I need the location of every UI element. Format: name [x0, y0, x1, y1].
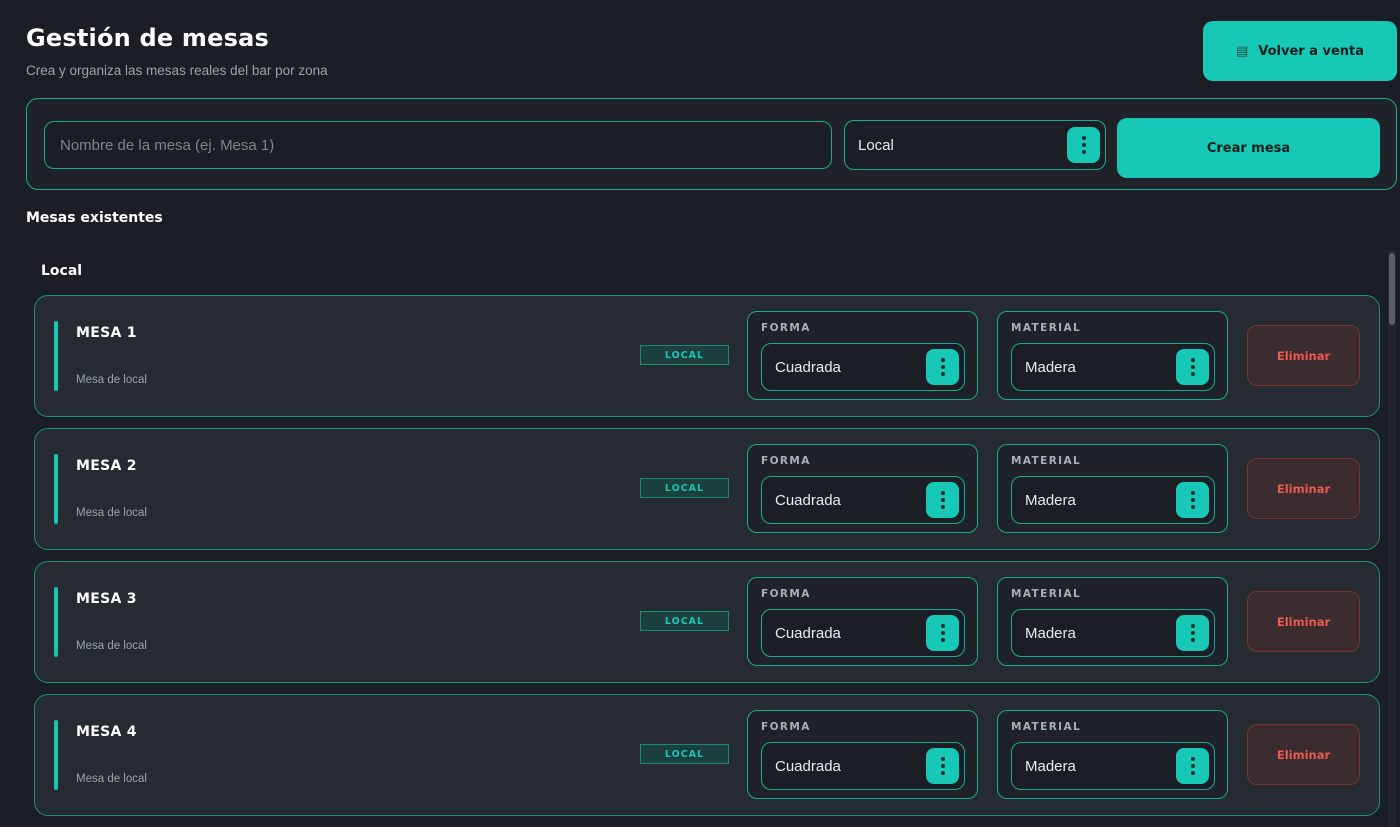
material-select-value: Madera — [1025, 624, 1076, 642]
zone-heading: Local — [41, 263, 83, 279]
kebab-menu-icon[interactable] — [1176, 615, 1209, 651]
shape-field: FORMA Cuadrada — [747, 311, 978, 400]
kebab-menu-icon[interactable] — [926, 482, 959, 518]
shape-label: FORMA — [761, 721, 811, 733]
shape-select[interactable]: Cuadrada — [761, 742, 965, 790]
material-select[interactable]: Madera — [1011, 476, 1215, 524]
table-card: MESA 3 Mesa de local LOCAL FORMA Cuadrad… — [34, 561, 1380, 683]
table-description: Mesa de local — [76, 374, 147, 386]
shape-select-value: Cuadrada — [775, 757, 841, 775]
table-name-input[interactable] — [44, 121, 832, 169]
shape-select-value: Cuadrada — [775, 491, 841, 509]
material-label: MATERIAL — [1011, 588, 1082, 600]
material-field: MATERIAL Madera — [997, 311, 1228, 400]
card-accent-bar — [54, 321, 58, 391]
table-name: MESA 2 — [76, 458, 137, 474]
material-select-value: Madera — [1025, 757, 1076, 775]
shape-select-value: Cuadrada — [775, 624, 841, 642]
zone-select[interactable]: Local — [844, 120, 1106, 170]
table-name: MESA 1 — [76, 325, 137, 341]
zone-badge: LOCAL — [640, 744, 729, 764]
back-to-sales-button[interactable]: ▤ Volver a venta — [1203, 21, 1397, 81]
delete-table-button[interactable]: Eliminar — [1247, 724, 1360, 785]
zone-select-value: Local — [858, 136, 894, 154]
kebab-menu-icon[interactable] — [926, 748, 959, 784]
shape-select[interactable]: Cuadrada — [761, 343, 965, 391]
page: Gestión de mesas Crea y organiza las mes… — [0, 0, 1400, 827]
page-subtitle: Crea y organiza las mesas reales del bar… — [26, 63, 328, 78]
card-accent-bar — [54, 587, 58, 657]
material-field: MATERIAL Madera — [997, 710, 1228, 799]
back-to-sales-label: Volver a venta — [1258, 43, 1365, 59]
material-select[interactable]: Madera — [1011, 343, 1215, 391]
create-table-panel: Local Crear mesa — [26, 98, 1397, 190]
existing-tables-heading: Mesas existentes — [26, 210, 163, 226]
zone-badge: LOCAL — [640, 345, 729, 365]
delete-table-button[interactable]: Eliminar — [1247, 458, 1360, 519]
register-icon: ▤ — [1235, 43, 1249, 59]
delete-table-button[interactable]: Eliminar — [1247, 325, 1360, 386]
table-name: MESA 4 — [76, 724, 137, 740]
shape-select-value: Cuadrada — [775, 358, 841, 376]
table-name: MESA 3 — [76, 591, 137, 607]
table-description: Mesa de local — [76, 640, 147, 652]
material-select[interactable]: Madera — [1011, 609, 1215, 657]
table-card: MESA 2 Mesa de local LOCAL FORMA Cuadrad… — [34, 428, 1380, 550]
kebab-menu-icon[interactable] — [1176, 349, 1209, 385]
zone-badge: LOCAL — [640, 611, 729, 631]
material-label: MATERIAL — [1011, 322, 1082, 334]
material-select[interactable]: Madera — [1011, 742, 1215, 790]
material-field: MATERIAL Madera — [997, 444, 1228, 533]
material-select-value: Madera — [1025, 491, 1076, 509]
table-card: MESA 4 Mesa de local LOCAL FORMA Cuadrad… — [34, 694, 1380, 816]
create-table-button[interactable]: Crear mesa — [1117, 118, 1380, 178]
scrollbar[interactable] — [1388, 250, 1396, 827]
material-field: MATERIAL Madera — [997, 577, 1228, 666]
table-list: MESA 1 Mesa de local LOCAL FORMA Cuadrad… — [34, 295, 1380, 827]
shape-field: FORMA Cuadrada — [747, 710, 978, 799]
kebab-menu-icon[interactable] — [1176, 482, 1209, 518]
shape-field: FORMA Cuadrada — [747, 577, 978, 666]
table-card: MESA 1 Mesa de local LOCAL FORMA Cuadrad… — [34, 295, 1380, 417]
card-accent-bar — [54, 454, 58, 524]
kebab-menu-icon[interactable] — [1176, 748, 1209, 784]
shape-select[interactable]: Cuadrada — [761, 609, 965, 657]
material-label: MATERIAL — [1011, 455, 1082, 467]
card-accent-bar — [54, 720, 58, 790]
shape-field: FORMA Cuadrada — [747, 444, 978, 533]
zone-badge: LOCAL — [640, 478, 729, 498]
table-description: Mesa de local — [76, 507, 147, 519]
scrollbar-thumb[interactable] — [1389, 253, 1395, 325]
shape-label: FORMA — [761, 322, 811, 334]
shape-label: FORMA — [761, 455, 811, 467]
kebab-menu-icon[interactable] — [926, 615, 959, 651]
material-label: MATERIAL — [1011, 721, 1082, 733]
delete-table-button[interactable]: Eliminar — [1247, 591, 1360, 652]
shape-label: FORMA — [761, 588, 811, 600]
shape-select[interactable]: Cuadrada — [761, 476, 965, 524]
page-title: Gestión de mesas — [26, 24, 269, 52]
kebab-menu-icon[interactable] — [926, 349, 959, 385]
table-description: Mesa de local — [76, 773, 147, 785]
material-select-value: Madera — [1025, 358, 1076, 376]
kebab-menu-icon[interactable] — [1067, 127, 1100, 163]
